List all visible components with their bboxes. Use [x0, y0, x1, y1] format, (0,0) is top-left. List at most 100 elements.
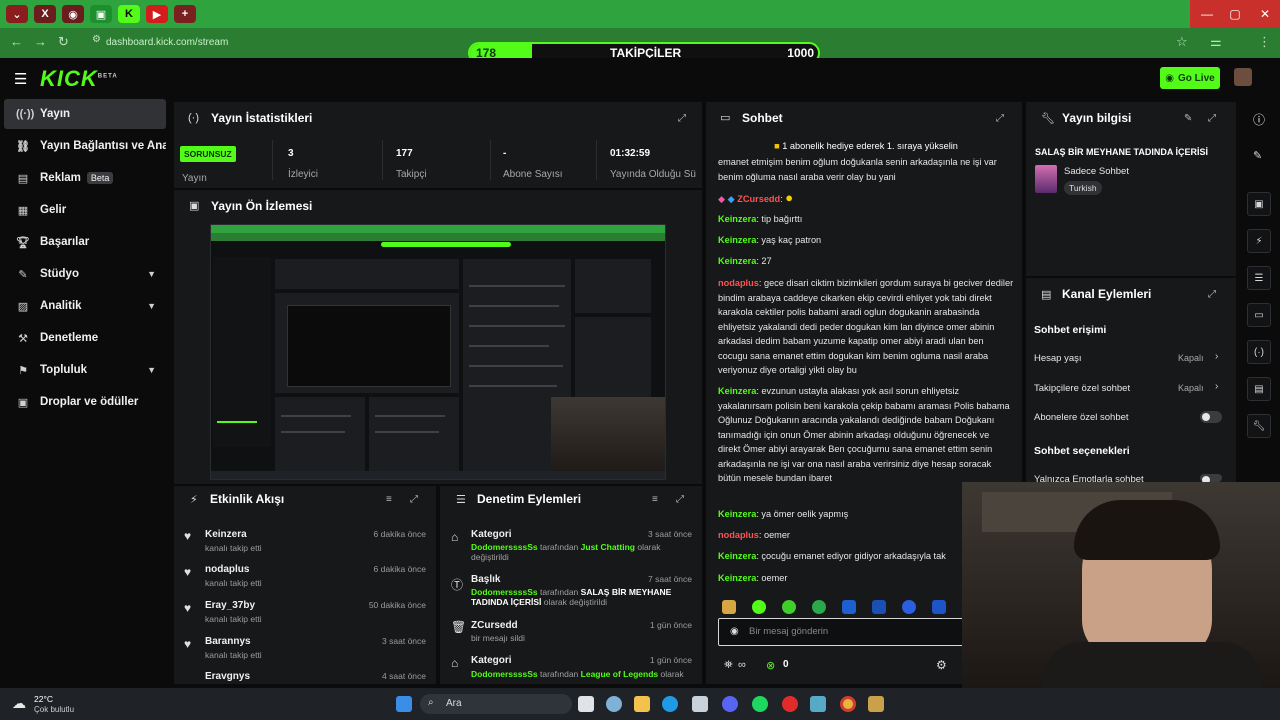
browser-tab[interactable]: ▣ — [90, 5, 112, 23]
sidebar-item-moderation[interactable]: ⚒ Denetleme — [4, 323, 166, 353]
back-icon[interactable]: ← — [10, 34, 23, 49]
sidebar-item-ads[interactable]: ▤ Reklam Beta — [4, 163, 166, 193]
expand-icon[interactable]: ⤢ — [410, 494, 418, 505]
pinned-gift-banner[interactable]: ■ 1 abonelik hediye ederek 1. sıraya yük… — [718, 139, 1014, 154]
chat-message-input[interactable]: Bir mesaj gönderin — [718, 618, 968, 646]
stream-info-panel — [1026, 102, 1236, 276]
sidebar-item-stream[interactable]: ((·)) Yayın — [4, 99, 166, 129]
sidebar-item-stream-key[interactable]: ⛓Yayın Bağlantısı ve Anahtar — [4, 131, 166, 161]
browser-tab-x[interactable]: X — [34, 5, 56, 23]
reload-icon[interactable]: ↻ — [58, 34, 69, 50]
sidebar-item-achievements[interactable]: 🏆︎ Başarılar — [4, 227, 166, 257]
expand-icon[interactable]: ⤢ — [676, 494, 684, 505]
info-icon[interactable]: ⓘ — [1253, 111, 1265, 128]
rail-moderation-button[interactable]: ☰ — [1247, 266, 1271, 290]
sidebar-item-drops[interactable]: ▣ Droplar ve ödüller — [4, 387, 166, 417]
stat-label: Abone Sayısı — [503, 169, 563, 180]
chevron-right-icon[interactable]: › — [1215, 351, 1218, 362]
kick-logo[interactable]: KICKBETA — [40, 66, 118, 92]
hamburger-menu-icon[interactable]: ☰ — [14, 70, 27, 88]
expand-icon[interactable]: ⤢ — [678, 113, 686, 124]
avatar[interactable] — [1234, 68, 1252, 86]
setting-follower-only[interactable]: Takipçilere özel sohbet — [1034, 383, 1130, 394]
sidebar-item-community[interactable]: ⚑ Topluluk ▼ — [4, 355, 166, 385]
close-window-button[interactable]: ✕ — [1248, 0, 1280, 28]
stat-subscribers: - — [503, 148, 507, 159]
stream-preview-video[interactable] — [210, 224, 666, 480]
chrome-icon[interactable] — [840, 696, 856, 712]
preview-icon: ▣ — [189, 200, 200, 212]
expand-icon[interactable]: ⤢ — [1208, 113, 1216, 124]
sidebar-item-studio[interactable]: ✎ Stüdyo ▼ — [4, 259, 166, 289]
edit-icon[interactable]: ✎ — [1184, 113, 1192, 124]
language-tag: Turkish — [1064, 181, 1102, 195]
emote-only-toggle[interactable] — [1200, 474, 1222, 484]
rail-info-button[interactable]: 🔧︎ — [1247, 414, 1271, 438]
rail-chat-button[interactable]: ▭ — [1247, 303, 1271, 327]
chat-message: emanet etmişim benim oğlum doğukanla sen… — [718, 157, 997, 182]
go-live-button[interactable]: ◉ Go Live — [1160, 67, 1220, 89]
emote-icon[interactable] — [722, 600, 736, 614]
task-view-icon[interactable] — [578, 696, 594, 712]
link-icon: ⛓ — [16, 140, 30, 153]
emote-icon[interactable] — [782, 600, 796, 614]
chevron-right-icon[interactable]: › — [1215, 381, 1218, 392]
analytics-icon: ▨ — [17, 300, 29, 313]
rail-actions-button[interactable]: ▤ — [1247, 377, 1271, 401]
bookmark-star-icon[interactable]: ☆ — [1176, 34, 1188, 50]
file-explorer-icon[interactable] — [634, 696, 650, 712]
rail-stats-button[interactable]: (·) — [1247, 340, 1271, 364]
spotify-icon[interactable] — [752, 696, 768, 712]
emote-icon[interactable] — [842, 600, 856, 614]
url-field[interactable]: dashboard.kick.com/stream — [84, 34, 474, 52]
browser-tab[interactable]: ◉ — [62, 5, 84, 23]
emote-icon[interactable] — [872, 600, 886, 614]
browser-tab-kick[interactable]: K — [118, 5, 140, 23]
taskbar-search[interactable]: Ara — [420, 694, 572, 714]
sidebar-item-analytics[interactable]: ▨ Analitik ▼ — [4, 291, 166, 321]
expand-icon[interactable]: ⤢ — [1208, 289, 1216, 300]
chevron-down-icon: ▼ — [147, 301, 156, 311]
lightning-icon: ⚡ — [190, 494, 198, 506]
gift-icon: ▣ — [17, 396, 29, 409]
app-icon[interactable] — [782, 696, 798, 712]
store-icon[interactable] — [692, 696, 708, 712]
emote-icon[interactable] — [812, 600, 826, 614]
edge-icon[interactable] — [662, 696, 678, 712]
app-icon[interactable] — [810, 696, 826, 712]
chat-settings-icon[interactable]: ⚙ — [936, 658, 947, 672]
filter-icon[interactable]: ≡ — [386, 494, 392, 505]
heart-icon: ♥ — [184, 565, 192, 579]
app-icon[interactable] — [868, 696, 884, 712]
points-icon: ⊗ — [766, 660, 776, 672]
category-icon: ⌂ — [451, 530, 459, 544]
subscriber-only-toggle[interactable] — [1200, 411, 1222, 423]
emote-icon[interactable] — [932, 600, 946, 614]
infinity-icon[interactable]: ∞ — [738, 659, 746, 671]
new-tab-button[interactable]: + — [174, 5, 196, 23]
emote-icon[interactable] — [902, 600, 916, 614]
forward-icon[interactable]: → — [34, 34, 47, 49]
sidebar-item-revenue[interactable]: ▦ Gelir — [4, 195, 166, 225]
setting-account-age[interactable]: Hesap yaşı — [1034, 353, 1082, 364]
browser-menu-icon[interactable]: ⋮ — [1258, 34, 1271, 50]
maximize-button[interactable]: ▢ — [1218, 0, 1252, 28]
extensions-icon[interactable]: ⚌ — [1210, 34, 1222, 50]
site-info-icon[interactable]: ⚙ — [92, 34, 101, 45]
list-icon: ☰ — [456, 494, 466, 506]
pencil-icon[interactable]: ✎ — [1253, 149, 1262, 162]
expand-icon[interactable]: ⤢ — [996, 113, 1004, 124]
gift-icon[interactable]: ⛯ — [724, 659, 733, 672]
filter-icon[interactable]: ≡ — [652, 494, 658, 505]
browser-tab[interactable]: ⌄ — [6, 5, 28, 23]
copilot-icon[interactable] — [606, 696, 622, 712]
browser-tab-youtube[interactable]: ▶ — [146, 5, 168, 23]
setting-emote-only: Yalnızca Emotlarla sohbet — [1034, 474, 1144, 482]
chevron-down-icon: ▼ — [147, 269, 156, 279]
emote-icon[interactable] — [752, 600, 766, 614]
rail-preview-button[interactable]: ▣ — [1247, 192, 1271, 216]
windows-start-icon[interactable] — [396, 696, 412, 712]
category-name[interactable]: Sadece Sohbet — [1064, 166, 1129, 177]
discord-icon[interactable] — [722, 696, 738, 712]
rail-activity-button[interactable]: ⚡ — [1247, 229, 1271, 253]
